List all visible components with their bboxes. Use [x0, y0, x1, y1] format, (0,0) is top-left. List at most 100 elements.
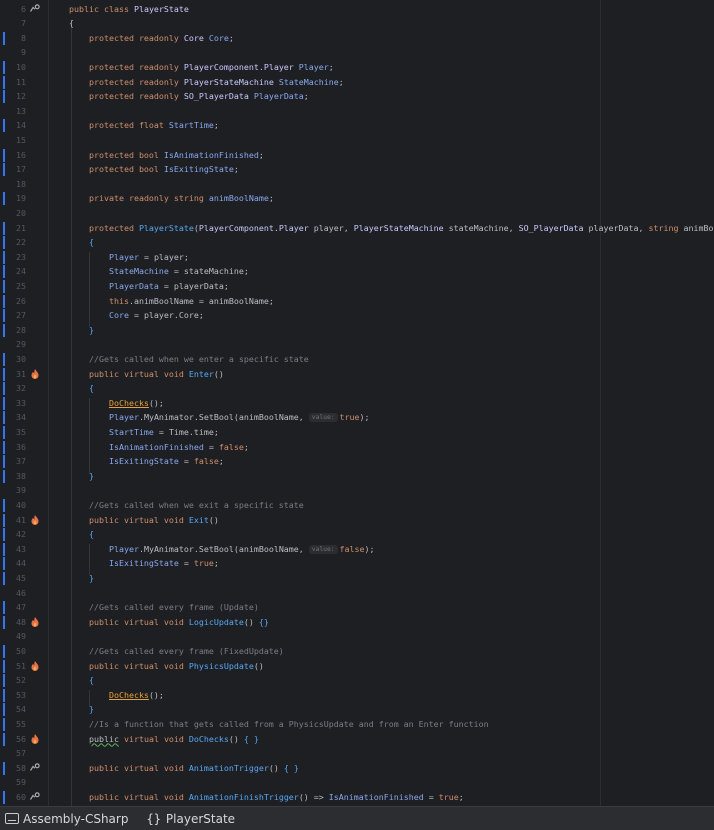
code-text[interactable]: protected readonly PlayerStateMachine St… [69, 75, 344, 90]
code-line[interactable]: 7{ [0, 16, 714, 31]
code-line[interactable]: 20 [0, 206, 714, 221]
code-text[interactable]: Core = player.Core; [69, 308, 204, 323]
code-text[interactable]: { [69, 235, 94, 250]
code-line[interactable]: 28 } [0, 323, 714, 338]
code-line[interactable]: 10 protected readonly PlayerComponent.Pl… [0, 60, 714, 75]
implements-icon[interactable] [29, 761, 40, 776]
code-text[interactable]: IsAnimationFinished = false; [69, 440, 249, 455]
code-text[interactable]: public class PlayerState [69, 2, 189, 17]
code-text[interactable]: DoChecks(); [69, 688, 164, 703]
code-line[interactable]: 16 protected bool IsAnimationFinished; [0, 148, 714, 163]
code-line[interactable]: 11 protected readonly PlayerStateMachine… [0, 75, 714, 90]
code-text[interactable]: //Gets called every frame (FixedUpdate) [69, 644, 284, 659]
code-line[interactable]: 34 Player.MyAnimator.SetBool(animBoolNam… [0, 410, 714, 425]
code-text[interactable]: IsExitingState = true; [69, 556, 219, 571]
code-text[interactable]: protected PlayerState(PlayerComponent.Pl… [69, 221, 714, 236]
code-text[interactable]: { [69, 673, 94, 688]
code-line[interactable]: 32 { [0, 381, 714, 396]
code-text[interactable]: } [69, 571, 94, 586]
unity-event-icon[interactable] [29, 732, 40, 747]
code-line[interactable]: 52 { [0, 673, 714, 688]
code-line[interactable]: 22 { [0, 235, 714, 250]
code-text[interactable]: IsExitingState = false; [69, 454, 224, 469]
code-line[interactable]: 54 } [0, 702, 714, 717]
project-selector[interactable]: Assembly-CSharp [5, 812, 128, 826]
code-line[interactable]: 31 public virtual void Enter() [0, 367, 714, 382]
code-line[interactable]: 6 public class PlayerState [0, 2, 714, 17]
code-line[interactable]: 33 DoChecks(); [0, 396, 714, 411]
code-line[interactable]: 47 //Gets called every frame (Update) [0, 600, 714, 615]
code-text[interactable]: //Gets called when we enter a specific s… [69, 352, 309, 367]
code-line[interactable]: 58 public virtual void AnimationTrigger(… [0, 761, 714, 776]
code-text[interactable]: { [69, 16, 74, 31]
code-line[interactable]: 57 [0, 746, 714, 761]
code-line[interactable]: 55 //Is a function that gets called from… [0, 717, 714, 732]
code-line[interactable]: 24 StateMachine = stateMachine; [0, 264, 714, 279]
code-text[interactable]: public virtual void Enter() [69, 367, 224, 382]
code-line[interactable]: 8 protected readonly Core Core; [0, 31, 714, 46]
code-text[interactable]: } [69, 469, 94, 484]
code-text[interactable]: public virtual void PhysicsUpdate() [69, 659, 264, 674]
code-line[interactable]: 53 DoChecks(); [0, 688, 714, 703]
code-line[interactable]: 30 //Gets called when we enter a specifi… [0, 352, 714, 367]
code-text[interactable]: protected bool IsAnimationFinished; [69, 148, 264, 163]
code-text[interactable]: protected readonly SO_PlayerData PlayerD… [69, 89, 309, 104]
code-line[interactable]: 26 this.animBoolName = animBoolName; [0, 294, 714, 309]
code-line[interactable]: 42 { [0, 527, 714, 542]
code-line[interactable]: 36 IsAnimationFinished = false; [0, 440, 714, 455]
code-line[interactable]: 51 public virtual void PhysicsUpdate() [0, 659, 714, 674]
code-line[interactable]: 17 protected bool IsExitingState; [0, 162, 714, 177]
code-line[interactable]: 60 public virtual void AnimationFinishTr… [0, 790, 714, 805]
code-line[interactable]: 35 StartTime = Time.time; [0, 425, 714, 440]
code-line[interactable]: 45 } [0, 571, 714, 586]
code-text[interactable]: } [69, 323, 94, 338]
code-line[interactable]: 23 Player = player; [0, 250, 714, 265]
code-line[interactable]: 39 [0, 483, 714, 498]
code-line[interactable]: 41 public virtual void Exit() [0, 513, 714, 528]
code-text[interactable]: Player.MyAnimator.SetBool(animBoolName, … [69, 542, 375, 557]
code-line[interactable]: 38 } [0, 469, 714, 484]
implements-icon[interactable] [29, 2, 40, 17]
code-line[interactable]: 12 protected readonly SO_PlayerData Play… [0, 89, 714, 104]
code-text[interactable]: { [69, 381, 94, 396]
code-text[interactable]: public virtual void AnimationFinishTrigg… [69, 790, 464, 805]
unity-event-icon[interactable] [29, 513, 40, 528]
code-line[interactable]: 25 PlayerData = playerData; [0, 279, 714, 294]
code-text[interactable]: { [69, 527, 94, 542]
code-line[interactable]: 18 [0, 177, 714, 192]
code-line[interactable]: 43 Player.MyAnimator.SetBool(animBoolNam… [0, 542, 714, 557]
code-line[interactable]: 56 public virtual void DoChecks() { } [0, 732, 714, 747]
code-line[interactable]: 19 private readonly string animBoolName; [0, 191, 714, 206]
code-text[interactable]: public virtual void DoChecks() { } [69, 732, 259, 747]
code-text[interactable]: StateMachine = stateMachine; [69, 264, 249, 279]
code-editor[interactable]: 6 public class PlayerState 7{8 protected r… [0, 0, 714, 806]
code-line[interactable]: 37 IsExitingState = false; [0, 454, 714, 469]
code-line[interactable]: 48 public virtual void LogicUpdate() {} [0, 615, 714, 630]
code-line[interactable]: 21 protected PlayerState(PlayerComponent… [0, 221, 714, 236]
implements-icon[interactable] [29, 790, 40, 805]
code-text[interactable]: private readonly string animBoolName; [69, 191, 274, 206]
code-line[interactable]: 50 //Gets called every frame (FixedUpdat… [0, 644, 714, 659]
code-text[interactable]: PlayerData = playerData; [69, 279, 229, 294]
code-line[interactable]: 44 IsExitingState = true; [0, 556, 714, 571]
code-text[interactable]: //Is a function that gets called from a … [69, 717, 489, 732]
code-line[interactable]: 27 Core = player.Core; [0, 308, 714, 323]
code-text[interactable]: protected bool IsExitingState; [69, 162, 239, 177]
code-line[interactable]: 40 //Gets called when we exit a specific… [0, 498, 714, 513]
breadcrumb[interactable]: {} PlayerState [146, 812, 235, 826]
code-text[interactable]: //Gets called when we exit a specific st… [69, 498, 304, 513]
code-text[interactable]: StartTime = Time.time; [69, 425, 219, 440]
code-text[interactable]: public virtual void Exit() [69, 513, 219, 528]
code-line[interactable]: 9 [0, 45, 714, 60]
code-text[interactable]: protected readonly PlayerComponent.Playe… [69, 60, 334, 75]
unity-event-icon[interactable] [29, 659, 40, 674]
unity-event-icon[interactable] [29, 367, 40, 382]
code-text[interactable]: public virtual void AnimationTrigger() {… [69, 761, 299, 776]
code-line[interactable]: 29 [0, 337, 714, 352]
code-text[interactable]: Player.MyAnimator.SetBool(animBoolName, … [69, 410, 370, 425]
code-text[interactable]: public virtual void LogicUpdate() {} [69, 615, 269, 630]
code-line[interactable]: 59 [0, 775, 714, 790]
code-text[interactable]: this.animBoolName = animBoolName; [69, 294, 274, 309]
code-text[interactable]: protected float StartTime; [69, 118, 219, 133]
code-text[interactable]: } [69, 702, 94, 717]
